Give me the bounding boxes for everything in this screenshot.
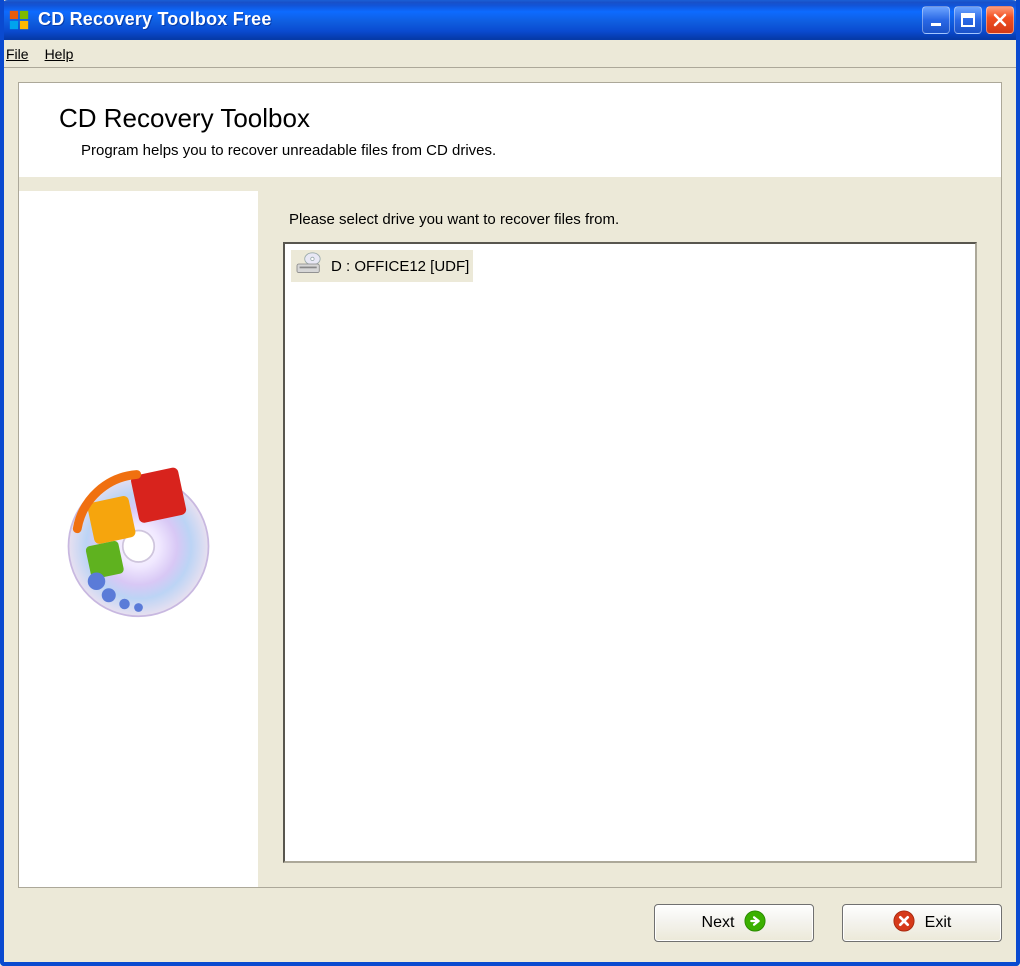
- button-row: Next Exit: [18, 902, 1002, 944]
- cancel-icon: [893, 910, 915, 937]
- maximize-button[interactable]: [954, 6, 982, 34]
- titlebar: CD Recovery Toolbox Free: [0, 0, 1020, 40]
- minimize-button[interactable]: [922, 6, 950, 34]
- page-subtitle: Program helps you to recover unreadable …: [59, 142, 973, 159]
- app-icon: [8, 9, 30, 31]
- instruction-text: Please select drive you want to recover …: [289, 211, 977, 228]
- header-area: CD Recovery Toolbox Program helps you to…: [19, 83, 1001, 177]
- window-title: CD Recovery Toolbox Free: [38, 9, 272, 30]
- drive-item[interactable]: D : OFFICE12 [UDF]: [291, 250, 473, 282]
- exit-button[interactable]: Exit: [842, 904, 1002, 942]
- cd-logo-icon: [51, 450, 226, 628]
- client-area: CD Recovery Toolbox Program helps you to…: [4, 68, 1016, 962]
- drive-label: D : OFFICE12 [UDF]: [331, 258, 469, 275]
- drive-list[interactable]: D : OFFICE12 [UDF]: [283, 242, 977, 863]
- main-area: Please select drive you want to recover …: [259, 191, 1001, 887]
- page-title: CD Recovery Toolbox: [59, 103, 973, 134]
- body-row: Please select drive you want to recover …: [19, 191, 1001, 887]
- next-button[interactable]: Next: [654, 904, 814, 942]
- menubar: File Help: [0, 40, 1020, 68]
- next-label: Next: [702, 914, 735, 932]
- window-controls: [922, 6, 1014, 34]
- cd-drive-icon: [295, 252, 323, 280]
- menu-file[interactable]: File: [6, 46, 29, 62]
- wizard-sidebar: [19, 191, 259, 887]
- close-button[interactable]: [986, 6, 1014, 34]
- arrow-right-icon: [744, 910, 766, 937]
- menu-help[interactable]: Help: [45, 46, 74, 62]
- exit-label: Exit: [925, 914, 952, 932]
- content-panel: CD Recovery Toolbox Program helps you to…: [18, 82, 1002, 888]
